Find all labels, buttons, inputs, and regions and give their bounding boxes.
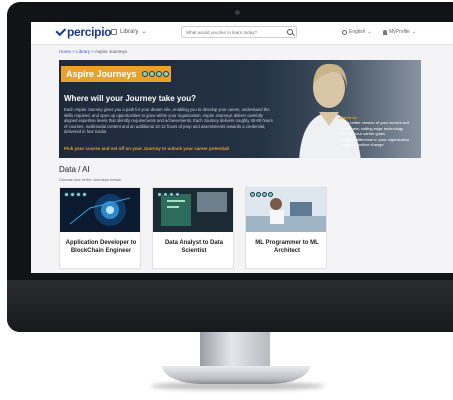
user-menu[interactable]: MyProfile ⌄ [383,29,416,35]
search-box[interactable] [181,26,297,38]
camera-icon [235,10,240,15]
banner-title: Aspire Journeys [66,69,137,79]
section-title: Data / AI [59,165,90,174]
top-navigation-bar: percipio Library ⌄ English ⌄ MyProfile ⌄ [31,22,453,45]
chevron-down-icon: ⌄ [141,29,147,35]
journey-card[interactable]: ML Programmer to ML Architect [245,187,327,269]
library-label: Library [120,28,139,35]
language-selector[interactable]: English ⌄ [342,29,372,35]
breadcrumb-separator: > [72,49,75,54]
app-screen: percipio Library ⌄ English ⌄ MyProfile ⌄… [31,22,453,273]
search-icon[interactable] [287,29,293,35]
library-menu[interactable]: Library ⌄ [111,28,146,35]
aspire-list: Aspire to: • be a better version of your… [339,115,419,147]
breadcrumb-separator: > [91,49,94,54]
banner-title-bar: Aspire Journeys [61,66,171,82]
chevron-down-icon: ⌄ [411,29,417,35]
breadcrumb-library[interactable]: Library [76,49,90,54]
section-subtitle: Choose one of the Journeys below. [59,177,122,182]
journey-dots-icon [64,192,87,197]
banner-call-to-action: Pick your course and set off on your Jou… [64,146,230,151]
monitor-chin [7,280,453,332]
breadcrumb: Home > Library > Aspire Journeys [59,49,127,54]
aspire-list-item: • make a positive change [339,142,384,148]
journey-dots-icon [157,192,180,197]
user-label: MyProfile [389,29,410,35]
user-icon [383,29,387,35]
banner-description: Each Aspire Journey gives you a path for… [64,107,273,135]
logo-check-icon [55,25,67,37]
chevron-down-icon: ⌄ [367,29,372,35]
journey-card[interactable]: Application Developer to BlockChain Engi… [59,187,141,269]
monitor-stand-neck [200,332,270,370]
journey-card-title: Application Developer to BlockChain Engi… [65,240,137,254]
aspire-journeys-banner: Aspire Journeys Where will your Journey … [59,60,421,158]
library-icon [111,28,117,35]
monitor-stand-shadow [150,382,325,390]
journey-card[interactable]: Data Analyst to Data Scientist [152,187,234,269]
journey-card-title: Data Analyst to Data Scientist [164,240,224,254]
journey-dots-icon [141,71,169,77]
journey-dots-icon [250,192,273,197]
banner-heading: Where will your Journey take you? [64,94,197,103]
breadcrumb-home[interactable]: Home [59,49,71,54]
journey-card-title: ML Programmer to ML Architect [255,240,319,254]
percipio-logo[interactable]: percipio [55,25,112,39]
breadcrumb-current: Aspire Journeys [94,49,128,54]
globe-icon [342,29,347,35]
logo-text: percipio [67,25,112,39]
language-label: English [349,29,366,35]
search-input[interactable] [186,28,282,36]
